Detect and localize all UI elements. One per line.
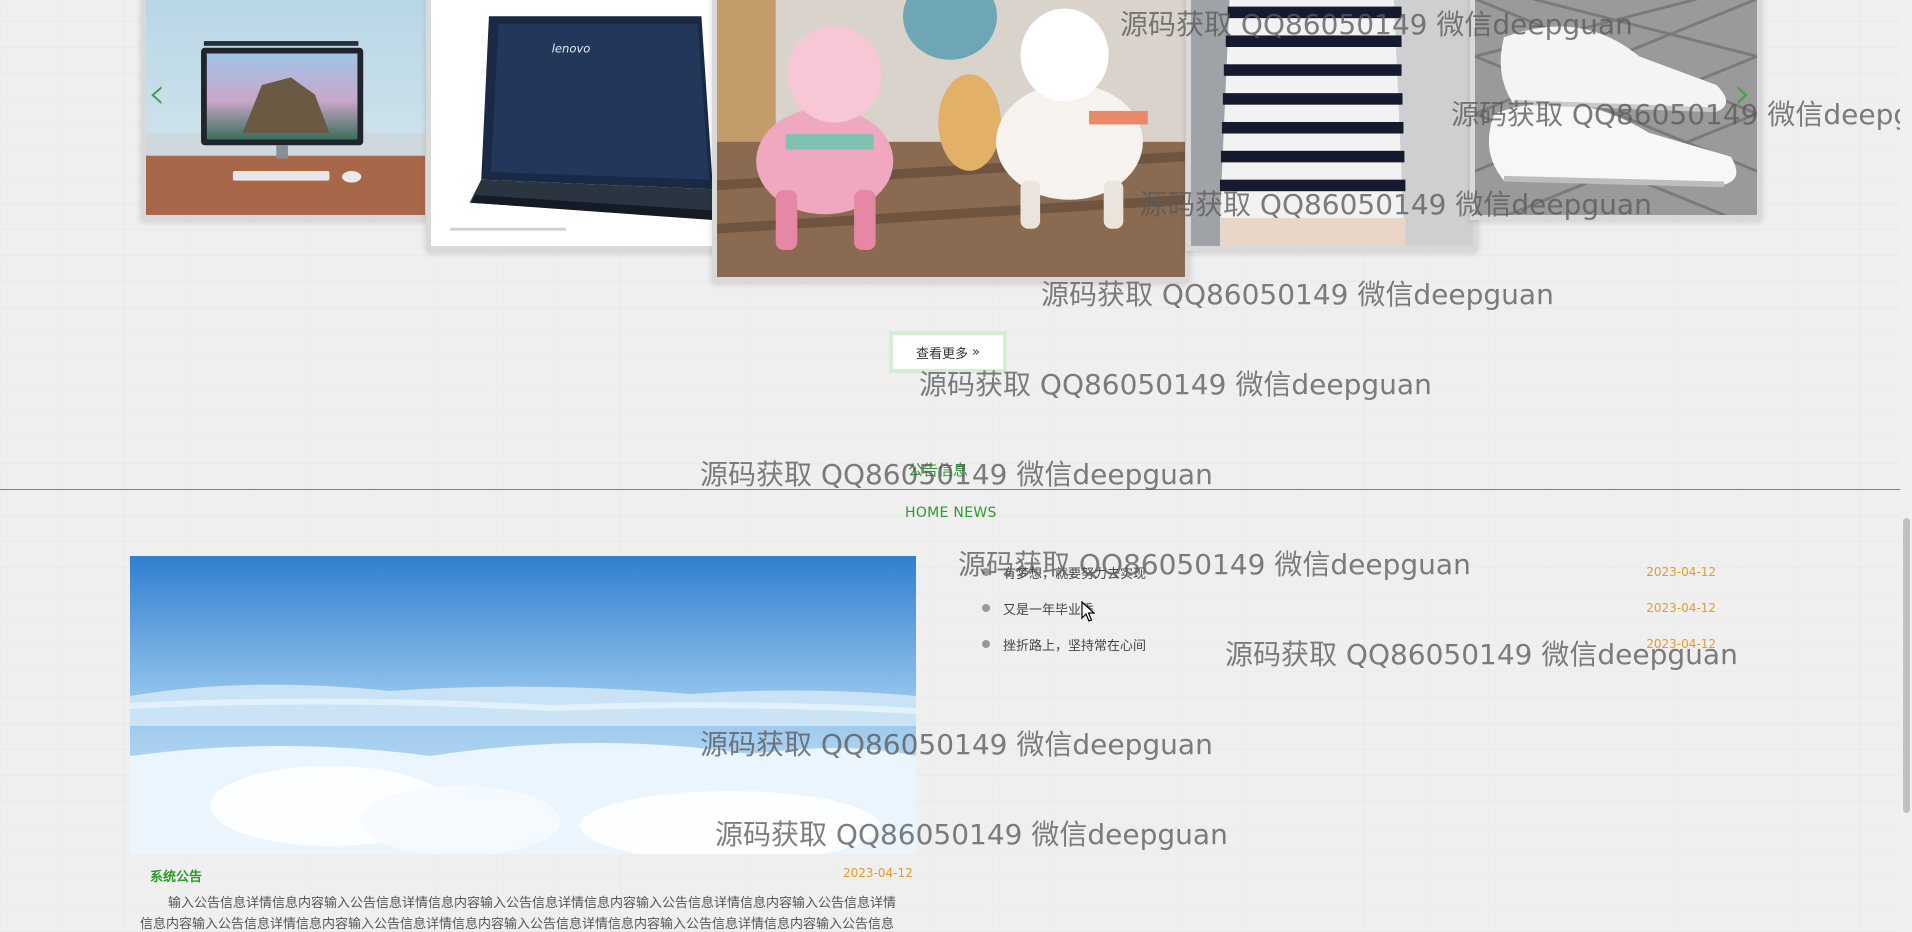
product-card-monitor[interactable]: [141, 0, 430, 220]
featured-notice-content: 输入公告信息详情信息内容输入公告信息详情信息内容输入公告信息详情信息内容输入公告…: [140, 896, 897, 932]
product-card-plush[interactable]: [712, 0, 1190, 282]
carousel-next-button[interactable]: ›: [1734, 72, 1752, 116]
carousel-prev-button[interactable]: ‹: [148, 72, 166, 116]
bullet-icon: [982, 568, 990, 576]
news-section-title: 公告信息: [908, 461, 969, 479]
section-divider: [0, 489, 1900, 490]
featured-notice-title[interactable]: 系统公告: [150, 866, 202, 885]
view-more-button[interactable]: 查看更多 »: [889, 331, 1007, 373]
news-item-date: 2023-04-12: [1646, 637, 1716, 651]
news-section-subtitle: HOME NEWS: [905, 505, 997, 521]
news-item-title: 又是一年毕业季: [1003, 602, 1095, 618]
chevron-right-icon: ›: [1734, 68, 1752, 119]
page-scrollbar-thumb[interactable]: [1903, 518, 1910, 813]
news-list-item[interactable]: 挫折路上，坚持常在心间 2023-04-12: [980, 632, 1716, 656]
news-item-date: 2023-04-12: [1646, 565, 1716, 579]
news-item-title: 挫折路上，坚持常在心间: [1003, 638, 1147, 654]
product-card-dress[interactable]: [1186, 0, 1478, 251]
chevron-left-icon: ‹: [148, 68, 166, 119]
view-more-label: 查看更多: [916, 346, 969, 362]
product-card-sneakers[interactable]: [1470, 0, 1762, 220]
news-item-date: 2023-04-12: [1646, 601, 1716, 615]
sneakers-image: [1475, 0, 1757, 215]
dress-image: [1191, 0, 1473, 246]
monitor-image: [146, 0, 425, 215]
double-chevron-right-icon: »: [972, 344, 980, 360]
featured-notice-image[interactable]: [130, 556, 916, 854]
news-item-title: 有梦想，就要努力去实现: [1003, 566, 1147, 582]
laptop-brand-label: lenovo: [552, 42, 591, 56]
plush-alpaca-image: [717, 0, 1185, 277]
laptop-image: lenovo: [431, 0, 713, 246]
bullet-icon: [982, 604, 990, 612]
product-card-laptop[interactable]: lenovo: [426, 0, 718, 251]
bullet-icon: [982, 640, 990, 648]
featured-notice-date: 2023-04-12: [843, 866, 913, 880]
sky-clouds-image: [130, 556, 916, 854]
mouse-cursor-icon: [1081, 601, 1095, 622]
news-list-item[interactable]: 有梦想，就要努力去实现 2023-04-12: [980, 560, 1716, 584]
